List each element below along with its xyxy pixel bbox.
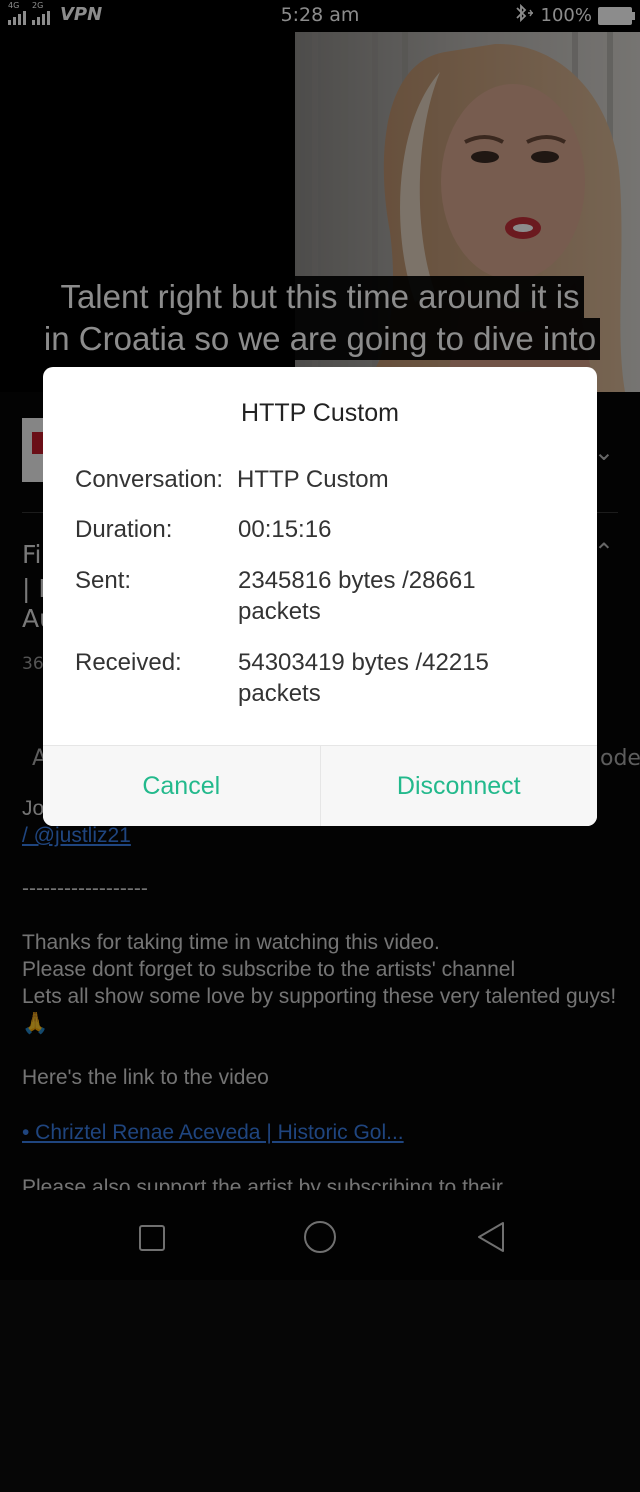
- duration-value: 00:15:16: [238, 516, 332, 543]
- dialog-title: HTTP Custom: [241, 399, 399, 427]
- conversation-value: HTTP Custom: [237, 466, 389, 493]
- duration-label: Duration:: [75, 516, 173, 543]
- cancel-button[interactable]: Cancel: [43, 746, 320, 826]
- received-label: Received:: [75, 649, 182, 676]
- sent-value: 2345816 bytes /28661 packets: [238, 567, 476, 625]
- conversation-label: Conversation:: [75, 466, 224, 493]
- disconnect-button[interactable]: Disconnect: [319, 746, 598, 826]
- sent-label: Sent:: [75, 567, 132, 594]
- dialog-buttons: Cancel Disconnect: [43, 745, 597, 826]
- received-value: 54303419 bytes /42215 packets: [238, 649, 489, 707]
- connection-stats-dialog: HTTP Custom Conversation: HTTP Custom Du…: [43, 367, 597, 826]
